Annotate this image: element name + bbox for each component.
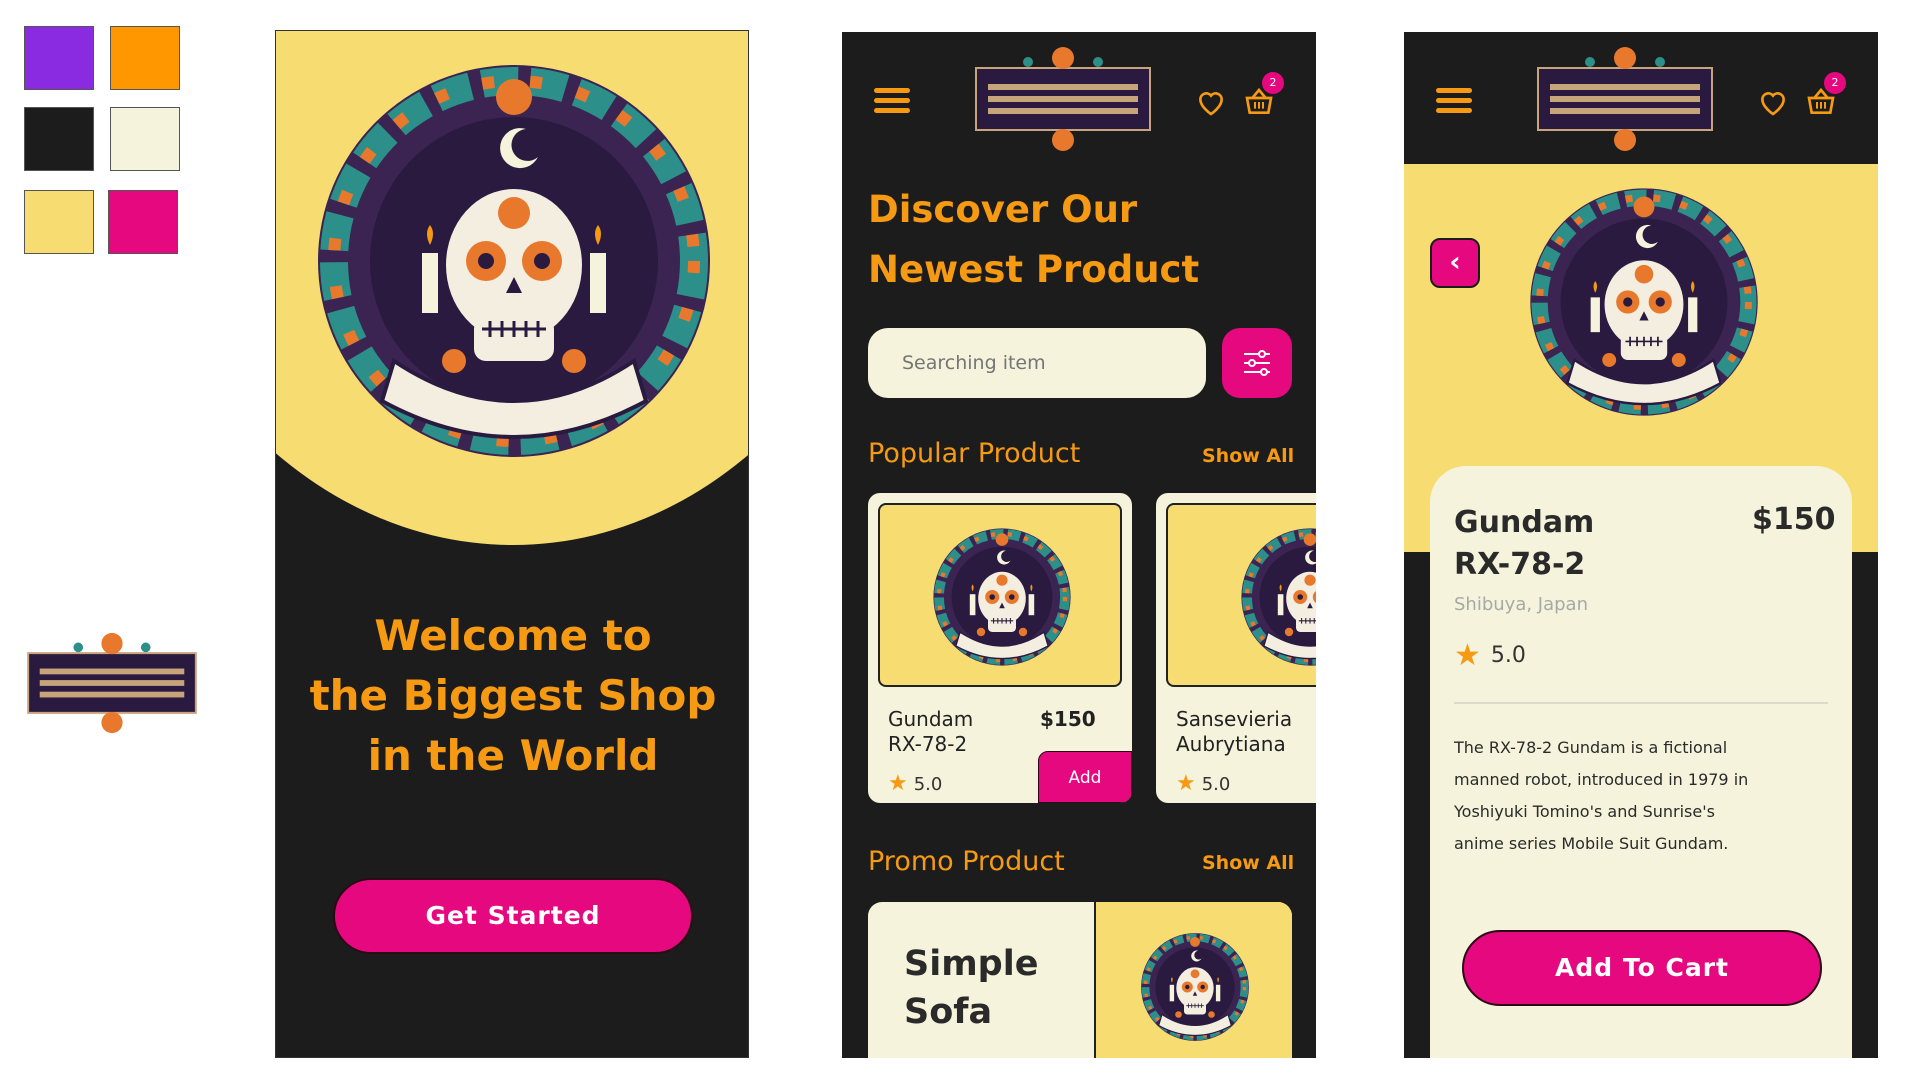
welcome-screen: Welcome to the Biggest Shop in the World…	[275, 30, 749, 1058]
welcome-heading: Welcome to the Biggest Shop in the World	[276, 606, 748, 786]
get-started-button[interactable]: Get Started	[333, 878, 693, 954]
heart-icon[interactable]	[1194, 86, 1228, 118]
product-description: The RX-78-2 Gundam is a fictional manned…	[1454, 732, 1784, 860]
promo-item-name-line: Sofa	[904, 992, 993, 1032]
cart-count-badge: 2	[1824, 72, 1846, 94]
rating-value: 5.0	[913, 774, 943, 795]
product-image	[878, 503, 1122, 687]
hamburger-menu-icon[interactable]	[874, 88, 910, 114]
dia-de-muertos-logo	[1530, 44, 1720, 154]
filter-button[interactable]	[1222, 328, 1292, 398]
product-name-line: Gundam	[1454, 505, 1595, 540]
hamburger-menu-icon[interactable]	[1436, 88, 1472, 114]
page-title-line: Newest Product	[868, 248, 1200, 291]
product-rating: ★ 5.0	[1454, 638, 1526, 673]
product-price: $150	[1752, 502, 1836, 537]
color-swatch-orange	[110, 26, 180, 90]
product-image	[1528, 186, 1760, 418]
promo-image	[1094, 902, 1292, 1058]
product-price: $150	[1040, 707, 1096, 731]
color-swatch-black	[24, 107, 94, 171]
add-to-cart-button[interactable]: Add To Cart	[1462, 930, 1822, 1006]
product-detail-card: Gundam RX-78-2 $150 Shibuya, Japan ★ 5.0 …	[1430, 466, 1852, 1058]
description-line: The RX-78-2 Gundam is a fictional	[1454, 738, 1728, 757]
color-swatch-cream	[110, 107, 180, 171]
search-box	[868, 328, 1206, 398]
heart-icon[interactable]	[1756, 86, 1790, 118]
home-screen: 2 Discover Our Newest Product Popular Pr…	[842, 32, 1316, 1058]
star-icon: ★	[1176, 771, 1196, 796]
product-rating: ★ 5.0	[888, 771, 942, 796]
description-line: Yoshiyuki Tomino's and Sunrise's	[1454, 802, 1715, 821]
welcome-heading-line: the Biggest Shop	[309, 671, 717, 720]
product-card[interactable]: Sansevieria Aubrytiana ★ 5.0	[1156, 493, 1316, 803]
promo-item-name-line: Simple	[904, 944, 1039, 984]
page-title: Discover Our Newest Product	[868, 180, 1199, 300]
color-swatch-yellow	[24, 190, 94, 254]
star-icon: ★	[1454, 638, 1481, 673]
product-name-line: RX-78-2	[888, 732, 968, 756]
product-rating: ★ 5.0	[1176, 771, 1230, 796]
dia-de-muertos-logo	[18, 630, 206, 736]
popular-section-title: Popular Product	[868, 438, 1081, 469]
product-name: Sansevieria Aubrytiana	[1176, 707, 1316, 757]
promo-item-name: Simple Sofa	[904, 940, 1054, 1036]
back-button[interactable]: ‹	[1430, 238, 1480, 288]
color-swatch-purple	[24, 26, 94, 90]
promo-section-title: Promo Product	[868, 846, 1065, 877]
product-name-line: Gundam	[888, 707, 974, 731]
product-name-line: Aubrytiana	[1176, 732, 1286, 756]
description-line: anime series Mobile Suit Gundam.	[1454, 834, 1729, 853]
chevron-left-icon: ‹	[1449, 245, 1461, 278]
add-button[interactable]: Add	[1038, 751, 1132, 803]
popular-show-all-link[interactable]: Show All	[1202, 445, 1294, 467]
product-name: Gundam RX-78-2	[888, 707, 1028, 757]
product-name-line: Sansevieria	[1176, 707, 1293, 731]
sliders-icon	[1244, 350, 1270, 376]
product-name-line: RX-78-2	[1454, 547, 1586, 582]
search-input[interactable]	[902, 328, 1172, 398]
promo-show-all-link[interactable]: Show All	[1202, 852, 1294, 874]
skull-emblem-image	[314, 61, 714, 461]
rating-value: 5.0	[1201, 774, 1231, 795]
product-name: Gundam RX-78-2	[1454, 502, 1654, 586]
rating-value: 5.0	[1490, 643, 1526, 668]
color-swatch-pink	[108, 190, 178, 254]
star-icon: ★	[888, 771, 908, 796]
product-image	[1166, 503, 1316, 687]
promo-card[interactable]: Simple Sofa	[868, 902, 1292, 1058]
product-location: Shibuya, Japan	[1454, 594, 1588, 615]
cart-count-badge: 2	[1262, 72, 1284, 94]
dia-de-muertos-logo	[968, 44, 1158, 154]
welcome-heading-line: Welcome to	[374, 611, 652, 660]
divider	[1454, 702, 1828, 704]
product-card[interactable]: Gundam RX-78-2 $150 ★ 5.0 Add	[868, 493, 1132, 803]
description-line: manned robot, introduced in 1979 in	[1454, 770, 1749, 789]
welcome-heading-line: in the World	[367, 731, 659, 780]
product-detail-screen: 2 ‹ Gundam RX-78-2 $150 Shibuya, Japan ★…	[1404, 32, 1878, 1058]
page-title-line: Discover Our	[868, 188, 1138, 231]
